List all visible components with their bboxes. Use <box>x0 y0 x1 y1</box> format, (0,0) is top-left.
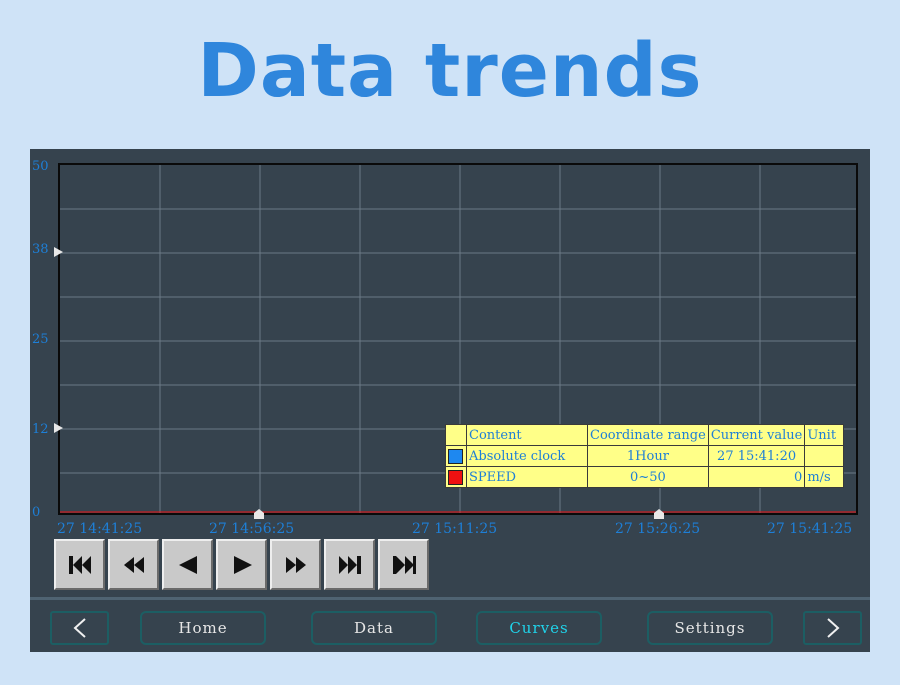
legend-unit: m/s <box>804 466 845 488</box>
legend-range: 0~50 <box>587 466 709 488</box>
nav-settings-button[interactable]: Settings <box>647 611 773 645</box>
legend-header-range: Coordinate range <box>587 424 709 446</box>
skip-to-start-icon <box>68 555 91 574</box>
x-tick-label: 27 15:41:25 <box>767 521 853 537</box>
legend-row: SPEED 0~50 0 m/s <box>445 466 845 488</box>
legend-header-content: Content <box>466 424 588 446</box>
chevron-right-icon <box>826 618 839 638</box>
rewind-icon <box>123 556 144 573</box>
fast-forward-icon <box>285 556 306 573</box>
skip-to-start-button[interactable] <box>54 539 105 590</box>
legend-range: 1Hour <box>587 445 709 467</box>
legend-row: Absolute clock 1Hour 27 15:41:20 <box>445 445 845 467</box>
skip-next-button[interactable] <box>378 539 429 590</box>
y-tick-label: 12 <box>32 422 49 437</box>
nav-divider <box>30 597 870 600</box>
x-tick-label: 27 15:26:25 <box>615 521 701 537</box>
step-back-icon <box>178 555 197 574</box>
series-color-swatch <box>448 469 463 485</box>
step-back-button[interactable] <box>162 539 213 590</box>
y-tick-label: 50 <box>32 159 49 174</box>
legend-content: Absolute clock <box>466 445 588 467</box>
legend-header-row: Content Coordinate range Current value U… <box>445 424 845 446</box>
page-title: Data trends <box>197 28 703 114</box>
trend-legend-table: Content Coordinate range Current value U… <box>445 424 845 488</box>
legend-header-unit: Unit <box>804 424 845 446</box>
legend-header-current: Current value <box>707 424 806 446</box>
rewind-button[interactable] <box>108 539 159 590</box>
nav-home-button[interactable]: Home <box>140 611 266 645</box>
y-tick-label: 0 <box>32 505 41 520</box>
skip-next-icon <box>392 555 416 574</box>
play-icon <box>233 555 252 574</box>
prev-page-button[interactable] <box>50 611 109 645</box>
trend-plot-area[interactable]: Content Coordinate range Current value U… <box>58 163 858 515</box>
y-tick-label: 25 <box>32 332 49 347</box>
legend-unit <box>804 445 845 467</box>
play-button[interactable] <box>216 539 267 590</box>
y-tick-label: 38 <box>32 242 49 257</box>
nav-data-button[interactable]: Data <box>311 611 437 645</box>
y-cursor-marker-lower[interactable] <box>54 423 63 433</box>
hmi-screen: 50 38 25 12 0 Content Coordinate range C… <box>30 149 870 652</box>
y-cursor-marker-upper[interactable] <box>54 247 63 257</box>
chevron-left-icon <box>73 618 86 638</box>
skip-to-end-button[interactable] <box>324 539 375 590</box>
x-tick-label: 27 15:11:25 <box>412 521 498 537</box>
nav-curves-button[interactable]: Curves <box>476 611 602 645</box>
legend-current: 27 15:41:20 <box>707 445 806 467</box>
skip-to-end-icon <box>338 555 361 574</box>
series-color-swatch <box>448 448 463 464</box>
legend-current: 0 <box>707 466 806 488</box>
fast-forward-button[interactable] <box>270 539 321 590</box>
legend-content: SPEED <box>466 466 588 488</box>
x-tick-label: 27 14:56:25 <box>209 521 295 537</box>
playback-controls <box>54 539 432 590</box>
next-page-button[interactable] <box>803 611 862 645</box>
x-tick-label: 27 14:41:25 <box>57 521 143 537</box>
